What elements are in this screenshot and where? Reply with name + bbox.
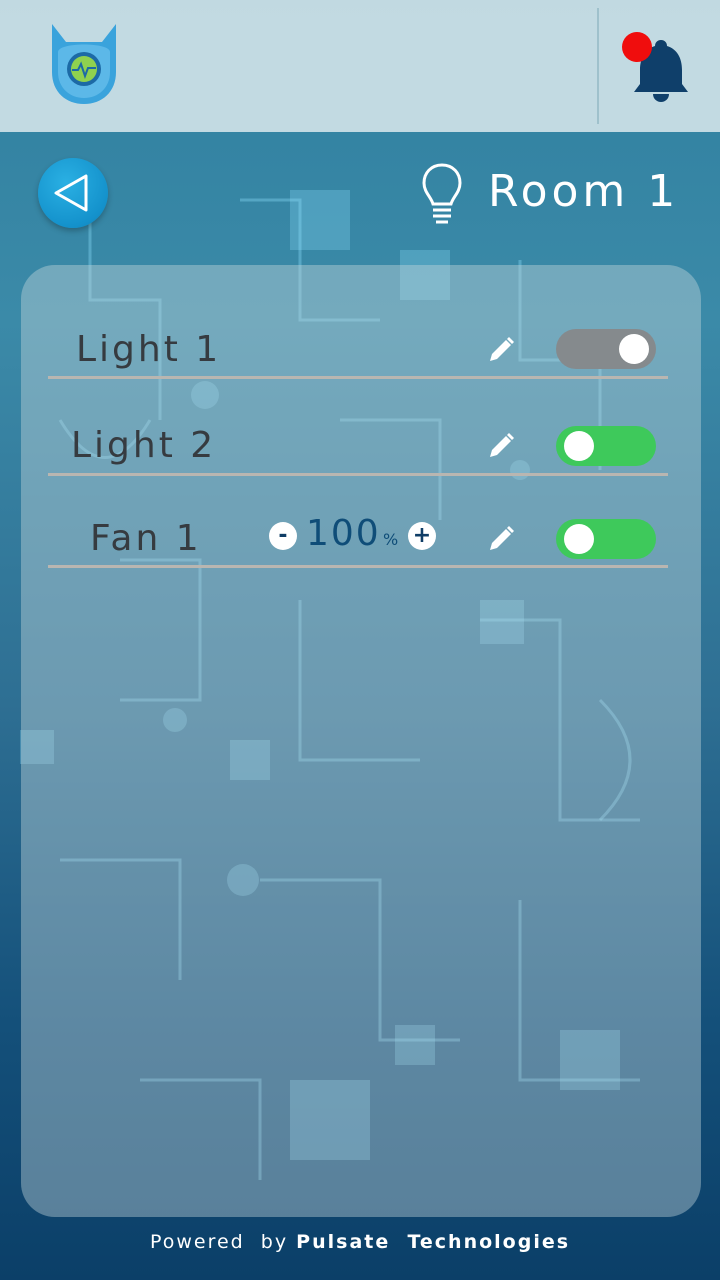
device-label-light-2: Light 2 [71, 425, 217, 466]
device-label-light-1: Light 1 [76, 329, 222, 370]
notification-dot [622, 32, 652, 62]
pencil-icon[interactable] [486, 524, 516, 554]
toggle-fan-1[interactable] [556, 519, 656, 559]
pencil-icon[interactable] [486, 335, 516, 365]
speed-increase-button[interactable]: + [408, 522, 436, 550]
back-button[interactable] [38, 158, 108, 228]
device-label-fan-1: Fan 1 [90, 518, 202, 559]
lightbulb-icon [422, 163, 462, 224]
footer-prefix: Powered by [149, 1231, 289, 1253]
header-divider [597, 8, 599, 124]
owl-pulse-logo-icon [52, 24, 116, 104]
top-bar [0, 0, 720, 132]
row-divider [48, 376, 668, 379]
toggle-knob [564, 431, 594, 461]
room-title: Room 1 [488, 166, 680, 217]
footer-brand: Pulsate Technologies [296, 1231, 571, 1253]
toggle-knob [564, 524, 594, 554]
toggle-light-2[interactable] [556, 426, 656, 466]
footer: Powered by Pulsate Technologies [0, 1228, 720, 1256]
toggle-knob [619, 334, 649, 364]
back-triangle-icon [54, 174, 88, 212]
device-panel [21, 265, 701, 1217]
speed-decrease-button[interactable]: - [269, 522, 297, 550]
fan-speed-unit: % [383, 530, 399, 549]
row-divider [48, 565, 668, 568]
toggle-light-1[interactable] [556, 329, 656, 369]
row-divider [48, 473, 668, 476]
pencil-icon[interactable] [486, 431, 516, 461]
fan-speed-value: 100 [306, 513, 381, 554]
